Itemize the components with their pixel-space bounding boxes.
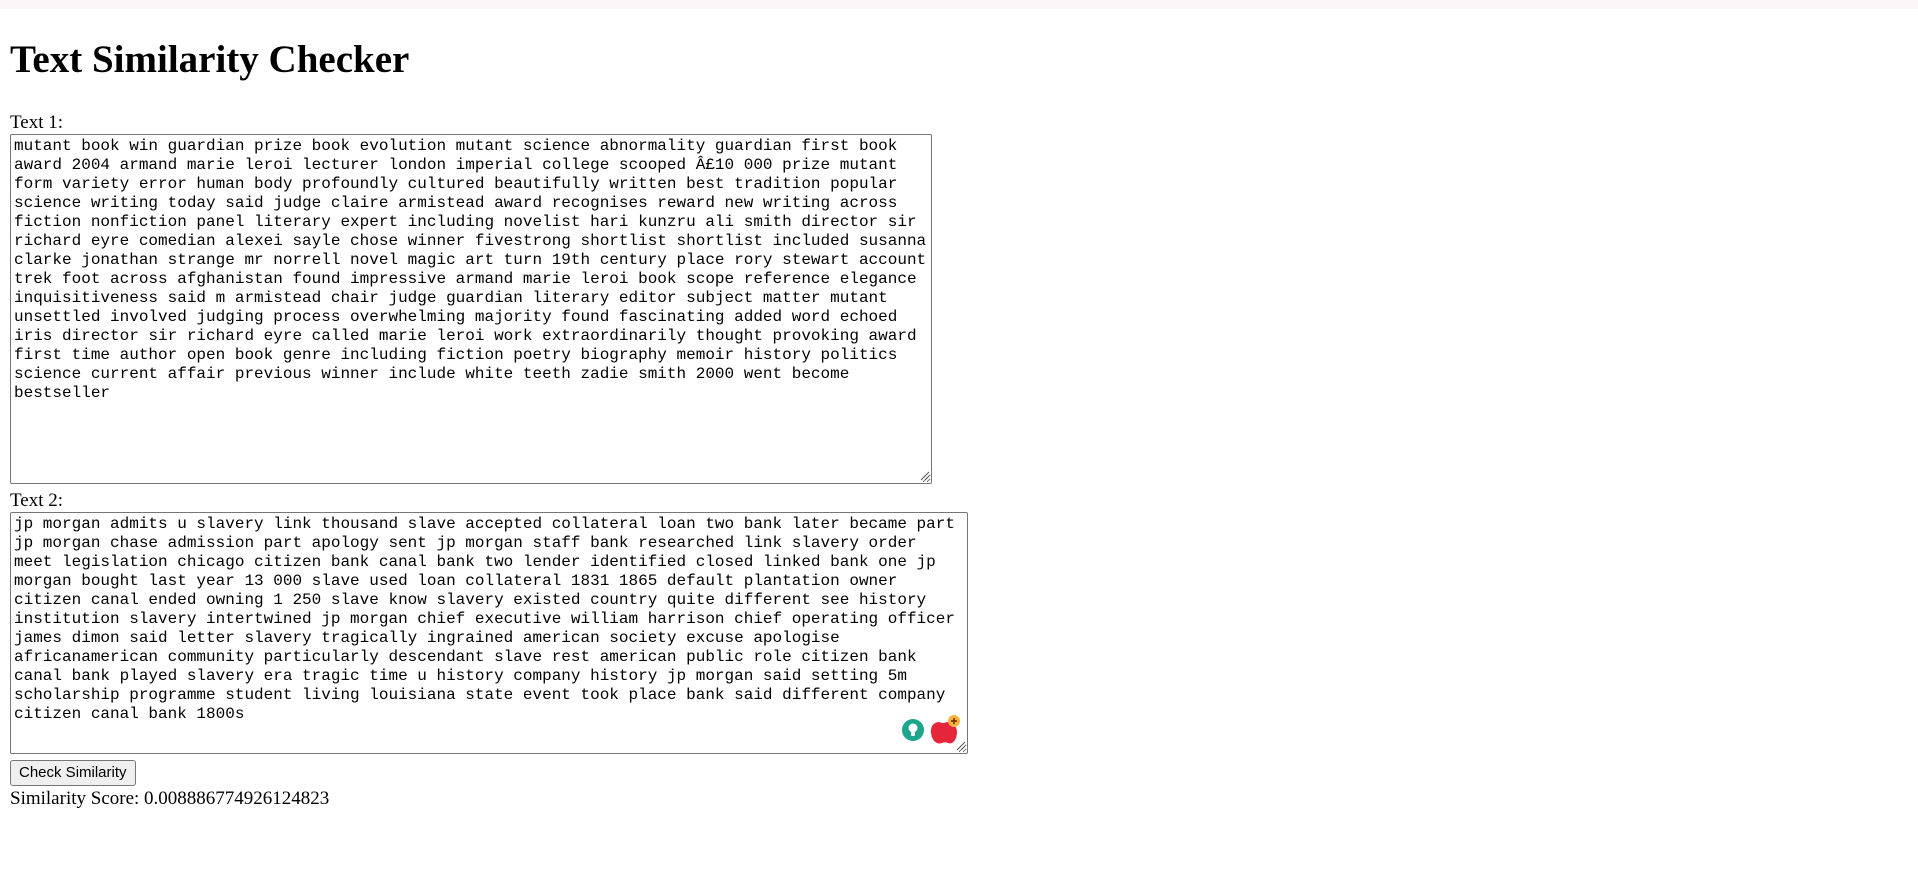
text2-label: Text 2: [10, 490, 64, 511]
top-strip [0, 0, 1918, 9]
page-title: Text Similarity Checker [10, 38, 410, 81]
text2-input[interactable]: jp morgan admits u slavery link thousand… [10, 512, 968, 754]
text1-label: Text 1: [10, 112, 64, 133]
resize-grip-icon[interactable] [954, 739, 966, 751]
resize-grip-icon[interactable] [918, 469, 930, 481]
lightbulb-icon[interactable] [901, 718, 925, 742]
writing-assistant-widget[interactable] [893, 710, 961, 750]
similarity-score: Similarity Score: 0.008886774926124823 [10, 788, 330, 809]
check-similarity-button[interactable]: Check Similarity [10, 760, 136, 786]
text1-input[interactable]: mutant book win guardian prize book evol… [10, 134, 932, 484]
